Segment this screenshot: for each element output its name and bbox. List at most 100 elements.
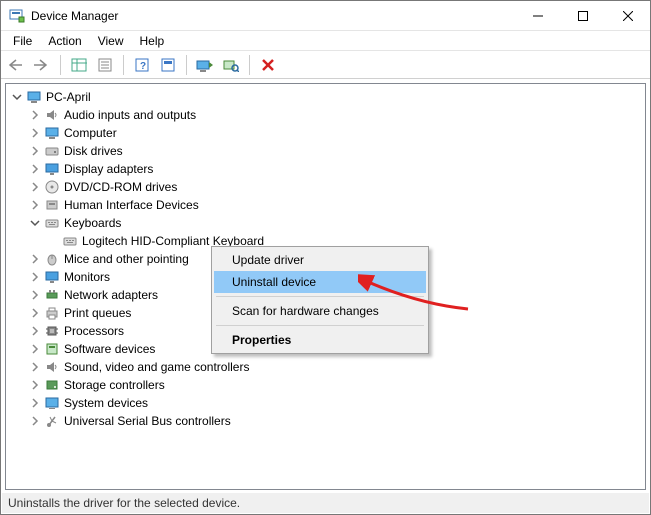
chevron-right-icon[interactable]: [28, 360, 42, 374]
context-item-label: Uninstall device: [232, 275, 316, 289]
spacer: [46, 234, 60, 248]
tree-item-label: System devices: [64, 396, 148, 410]
chevron-right-icon[interactable]: [28, 252, 42, 266]
window-title: Device Manager: [31, 9, 515, 23]
uninstall-button[interactable]: [257, 54, 279, 76]
network-icon: [44, 287, 60, 303]
chevron-right-icon[interactable]: [28, 396, 42, 410]
tree-item-display[interactable]: Display adapters: [6, 160, 645, 178]
context-separator: [216, 296, 424, 297]
status-text: Uninstalls the driver for the selected d…: [8, 496, 240, 510]
chevron-down-icon[interactable]: [28, 216, 42, 230]
chevron-right-icon[interactable]: [28, 414, 42, 428]
chevron-right-icon[interactable]: [28, 144, 42, 158]
chevron-right-icon[interactable]: [28, 198, 42, 212]
chevron-right-icon[interactable]: [28, 126, 42, 140]
forward-button[interactable]: [31, 54, 53, 76]
menu-bar: File Action View Help: [1, 31, 650, 51]
menu-action[interactable]: Action: [40, 32, 89, 50]
context-item-label: Properties: [232, 333, 291, 347]
maximize-button[interactable]: [560, 1, 605, 30]
chevron-right-icon[interactable]: [28, 306, 42, 320]
computer-icon: [44, 125, 60, 141]
tree-item-system[interactable]: System devices: [6, 394, 645, 412]
context-item-label: Update driver: [232, 253, 304, 267]
cpu-icon: [44, 323, 60, 339]
toolbar-separator: [60, 55, 61, 75]
keyboard-icon: [62, 233, 78, 249]
tree-item-label: DVD/CD-ROM drives: [64, 180, 177, 194]
mouse-icon: [44, 251, 60, 267]
display-icon: [44, 161, 60, 177]
tree-item-storage[interactable]: Storage controllers: [6, 376, 645, 394]
context-update-driver[interactable]: Update driver: [214, 249, 426, 271]
tree-item-disk[interactable]: Disk drives: [6, 142, 645, 160]
disc-icon: [44, 179, 60, 195]
help-button[interactable]: ?: [131, 54, 153, 76]
minimize-button[interactable]: [515, 1, 560, 30]
toolbar: ?: [1, 51, 650, 79]
title-bar: Device Manager: [1, 1, 650, 31]
menu-help[interactable]: Help: [132, 32, 173, 50]
show-hide-tree-button[interactable]: [68, 54, 90, 76]
tree-item-label: Print queues: [64, 306, 131, 320]
menu-file[interactable]: File: [5, 32, 40, 50]
tree-item-label: Processors: [64, 324, 124, 338]
chevron-right-icon[interactable]: [28, 180, 42, 194]
tree-item-label: Keyboards: [64, 216, 121, 230]
context-scan-hardware[interactable]: Scan for hardware changes: [214, 300, 426, 322]
tree-item-label: Sound, video and game controllers: [64, 360, 249, 374]
disk-icon: [44, 143, 60, 159]
context-menu: Update driver Uninstall device Scan for …: [211, 246, 429, 354]
context-separator: [216, 325, 424, 326]
tree-item-label: Human Interface Devices: [64, 198, 199, 212]
system-icon: [44, 395, 60, 411]
tree-item-label: Mice and other pointing: [64, 252, 189, 266]
chevron-right-icon[interactable]: [28, 162, 42, 176]
monitor-icon: [44, 269, 60, 285]
properties-button[interactable]: [94, 54, 116, 76]
toolbar-separator: [186, 55, 187, 75]
status-bar: Uninstalls the driver for the selected d…: [2, 493, 649, 513]
toolbar-separator: [123, 55, 124, 75]
chevron-right-icon[interactable]: [28, 324, 42, 338]
context-item-label: Scan for hardware changes: [232, 304, 379, 318]
chevron-down-icon[interactable]: [10, 90, 24, 104]
tree-root[interactable]: PC-April: [6, 88, 645, 106]
scan-hardware-button[interactable]: [220, 54, 242, 76]
svg-text:?: ?: [140, 61, 146, 72]
tree-item-label: Computer: [64, 126, 117, 140]
tree-item-label: Network adapters: [64, 288, 158, 302]
tree-item-hid[interactable]: Human Interface Devices: [6, 196, 645, 214]
tree-item-label: Disk drives: [64, 144, 123, 158]
printer-icon: [44, 305, 60, 321]
tree-item-label: Monitors: [64, 270, 110, 284]
action-button[interactable]: [157, 54, 179, 76]
storage-icon: [44, 377, 60, 393]
close-button[interactable]: [605, 1, 650, 30]
toolbar-separator: [249, 55, 250, 75]
chevron-right-icon[interactable]: [28, 378, 42, 392]
chevron-right-icon[interactable]: [28, 288, 42, 302]
chevron-right-icon[interactable]: [28, 108, 42, 122]
speaker-icon: [44, 107, 60, 123]
tree-item-keyboards[interactable]: Keyboards: [6, 214, 645, 232]
hid-icon: [44, 197, 60, 213]
tree-item-dvd[interactable]: DVD/CD-ROM drives: [6, 178, 645, 196]
back-button[interactable]: [5, 54, 27, 76]
keyboard-icon: [44, 215, 60, 231]
tree-item-audio[interactable]: Audio inputs and outputs: [6, 106, 645, 124]
tree-item-computer[interactable]: Computer: [6, 124, 645, 142]
computer-icon: [26, 89, 42, 105]
chevron-right-icon[interactable]: [28, 270, 42, 284]
context-properties[interactable]: Properties: [214, 329, 426, 351]
chevron-right-icon[interactable]: [28, 342, 42, 356]
tree-item-usb[interactable]: Universal Serial Bus controllers: [6, 412, 645, 430]
menu-view[interactable]: View: [90, 32, 132, 50]
tree-root-label: PC-April: [46, 90, 91, 104]
tree-item-sound[interactable]: Sound, video and game controllers: [6, 358, 645, 376]
context-uninstall-device[interactable]: Uninstall device: [214, 271, 426, 293]
tree-item-label: Display adapters: [64, 162, 153, 176]
update-driver-button[interactable]: [194, 54, 216, 76]
usb-icon: [44, 413, 60, 429]
